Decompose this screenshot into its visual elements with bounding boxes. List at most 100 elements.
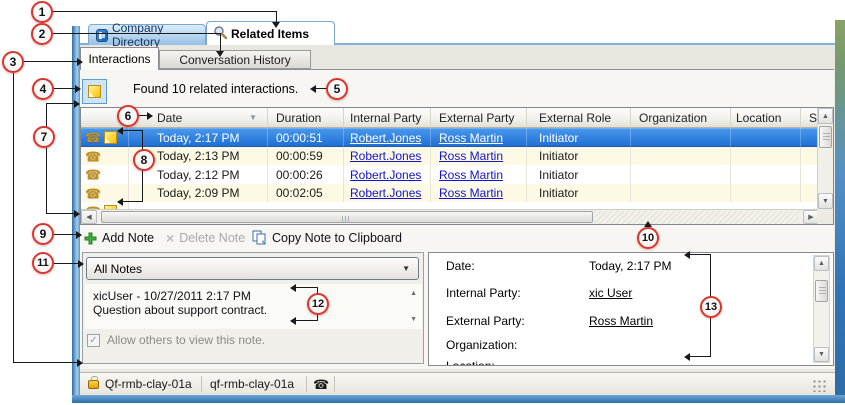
vertical-scroll-thumb[interactable]	[815, 280, 828, 302]
subtab-interactions[interactable]: Interactions	[80, 47, 159, 70]
field-label-organization: Organization:	[446, 338, 517, 352]
external-party-link[interactable]: Ross Martin	[439, 149, 503, 163]
column-header-location[interactable]: Location	[731, 108, 801, 128]
column-header-organization[interactable]: Organization	[631, 108, 731, 128]
interaction-row[interactable]: ☎	[81, 202, 819, 209]
note-scroll-up-button[interactable]: ▲	[410, 290, 417, 298]
interaction-details-panel: Date: Today, 2:17 PM Internal Party: xic…	[428, 252, 834, 366]
interaction-row[interactable]: ☎ Today, 2:12 PM 00:00:26 Robert.Jones R…	[81, 165, 819, 184]
callout-arrow-13	[684, 251, 690, 259]
table-vertical-scrollbar[interactable]: ▲ ▼	[817, 108, 833, 209]
scroll-up-button[interactable]: ▲	[818, 108, 833, 124]
column-header-internal-party[interactable]: Internal Party	[344, 108, 431, 128]
callout-10: 10	[637, 227, 659, 249]
cell-organization	[631, 147, 731, 165]
interaction-row[interactable]: ☎ Today, 2:13 PM 00:00:59 Robert.Jones R…	[81, 147, 819, 165]
tab-related-items-label: Related Items	[231, 27, 309, 41]
cell-duration: 00:00:26	[268, 165, 344, 184]
column-header-external-party[interactable]: External Party	[431, 108, 527, 128]
external-party-link[interactable]: Ross Martin	[439, 131, 503, 145]
cell-date: Today, 2:17 PM	[129, 128, 268, 147]
callout-arrow-3	[77, 58, 83, 66]
add-note-label: Add Note	[102, 231, 154, 245]
internal-party-link[interactable]: Robert.Jones	[350, 186, 421, 200]
callout-arrow-7	[74, 210, 80, 218]
internal-party-link[interactable]: Robert.Jones	[350, 149, 421, 163]
interaction-row[interactable]: ☎ Today, 2:09 PM 00:02:05 Robert.Jones R…	[81, 184, 819, 202]
field-label-external-party: External Party:	[446, 314, 525, 328]
callout-arrow-5	[310, 85, 316, 93]
cell-location	[731, 147, 801, 165]
callout-line-11	[54, 263, 78, 264]
status-separator	[334, 376, 335, 392]
tab-company-directory[interactable]: Company Directory	[88, 24, 206, 45]
callout-6: 6	[117, 105, 139, 127]
status-separator	[306, 376, 307, 392]
callout-line-3	[13, 73, 14, 363]
status-separator	[201, 376, 202, 392]
internal-party-link[interactable]: Robert.Jones	[350, 131, 421, 145]
internal-party-link[interactable]: Robert.Jones	[350, 168, 421, 182]
cell-location	[731, 184, 801, 202]
callout-line-8	[123, 130, 142, 131]
note-scroll-down-button[interactable]: ▼	[410, 316, 417, 324]
delete-note-button[interactable]: × Delete Note	[166, 231, 245, 245]
scroll-left-button[interactable]: ◀	[81, 210, 97, 224]
found-results-text: Found 10 related interactions.	[133, 82, 298, 96]
callout-line-13	[690, 254, 710, 255]
note-icon	[88, 85, 101, 98]
add-note-button[interactable]: Add Note	[84, 231, 154, 245]
phone-icon: ☎	[85, 150, 101, 163]
interaction-row[interactable]: ☎ Today, 2:17 PM 00:00:51 Robert.Jones R…	[81, 128, 819, 147]
note-list[interactable]: xicUser - 10/27/2011 2:17 PM Question ab…	[85, 284, 422, 329]
thumb-grip	[342, 216, 351, 223]
copy-icon	[252, 230, 267, 245]
callout-11: 11	[32, 252, 54, 274]
external-party-link[interactable]: Ross Martin	[439, 168, 503, 182]
scroll-track[interactable]	[594, 211, 799, 224]
callout-5: 5	[326, 78, 348, 100]
callout-arrow-13	[684, 353, 690, 361]
tab-related-items[interactable]: Related Items	[206, 21, 335, 45]
subtab-conversation-history[interactable]: Conversation History	[159, 50, 311, 69]
allow-view-checkbox[interactable]: ✓	[87, 334, 100, 347]
thumb-grip	[823, 133, 830, 141]
details-vertical-scrollbar[interactable]: ▲ ▼	[813, 255, 830, 363]
horizontal-scroll-thumb[interactable]	[101, 211, 593, 223]
callout-arrow-8	[117, 127, 123, 135]
callout-arrow-12	[290, 317, 296, 325]
add-plus-icon	[84, 232, 97, 245]
lock-icon	[88, 380, 99, 389]
note-filter-button[interactable]	[82, 79, 107, 104]
table-header-row: Date ▼ Duration Internal Party External …	[81, 108, 819, 128]
resize-grip[interactable]	[812, 379, 827, 392]
table-horizontal-scrollbar[interactable]: ◀ ▶	[81, 209, 819, 224]
cell-external-role: Initiator	[527, 165, 631, 184]
column-header-duration[interactable]: Duration	[268, 108, 344, 128]
cell-external-role: Initiator	[527, 128, 631, 147]
vertical-scroll-thumb[interactable]	[819, 126, 832, 148]
delete-note-label: Delete Note	[179, 231, 245, 245]
copy-note-button[interactable]: Copy Note to Clipboard	[252, 230, 402, 245]
screenshot-root: Company Directory Related Items Interact…	[0, 0, 845, 405]
callout-9: 9	[32, 223, 54, 245]
callout-line-7	[46, 103, 74, 104]
notes-filter-dropdown[interactable]: All Notes ▼	[86, 257, 419, 280]
cell-organization	[631, 165, 731, 184]
cell-location	[731, 128, 801, 147]
internal-party-link[interactable]: xic User	[589, 286, 632, 300]
table-main: Date ▼ Duration Internal Party External …	[81, 108, 819, 209]
external-party-link[interactable]: Ross Martin	[589, 314, 653, 328]
callout-4: 4	[32, 78, 54, 100]
scroll-down-button[interactable]: ▼	[814, 347, 829, 362]
cell-organization	[631, 184, 731, 202]
window-border-bottom	[72, 395, 845, 403]
notes-filter-value: All Notes	[94, 262, 142, 276]
dropdown-arrow-icon: ▼	[402, 265, 410, 273]
callout-line-1	[53, 11, 277, 12]
scroll-down-button[interactable]: ▼	[818, 193, 833, 209]
callout-line-2	[53, 33, 221, 34]
scroll-up-button[interactable]: ▲	[814, 256, 829, 271]
external-party-link[interactable]: Ross Martin	[439, 186, 503, 200]
column-header-external-role[interactable]: External Role	[527, 108, 631, 128]
